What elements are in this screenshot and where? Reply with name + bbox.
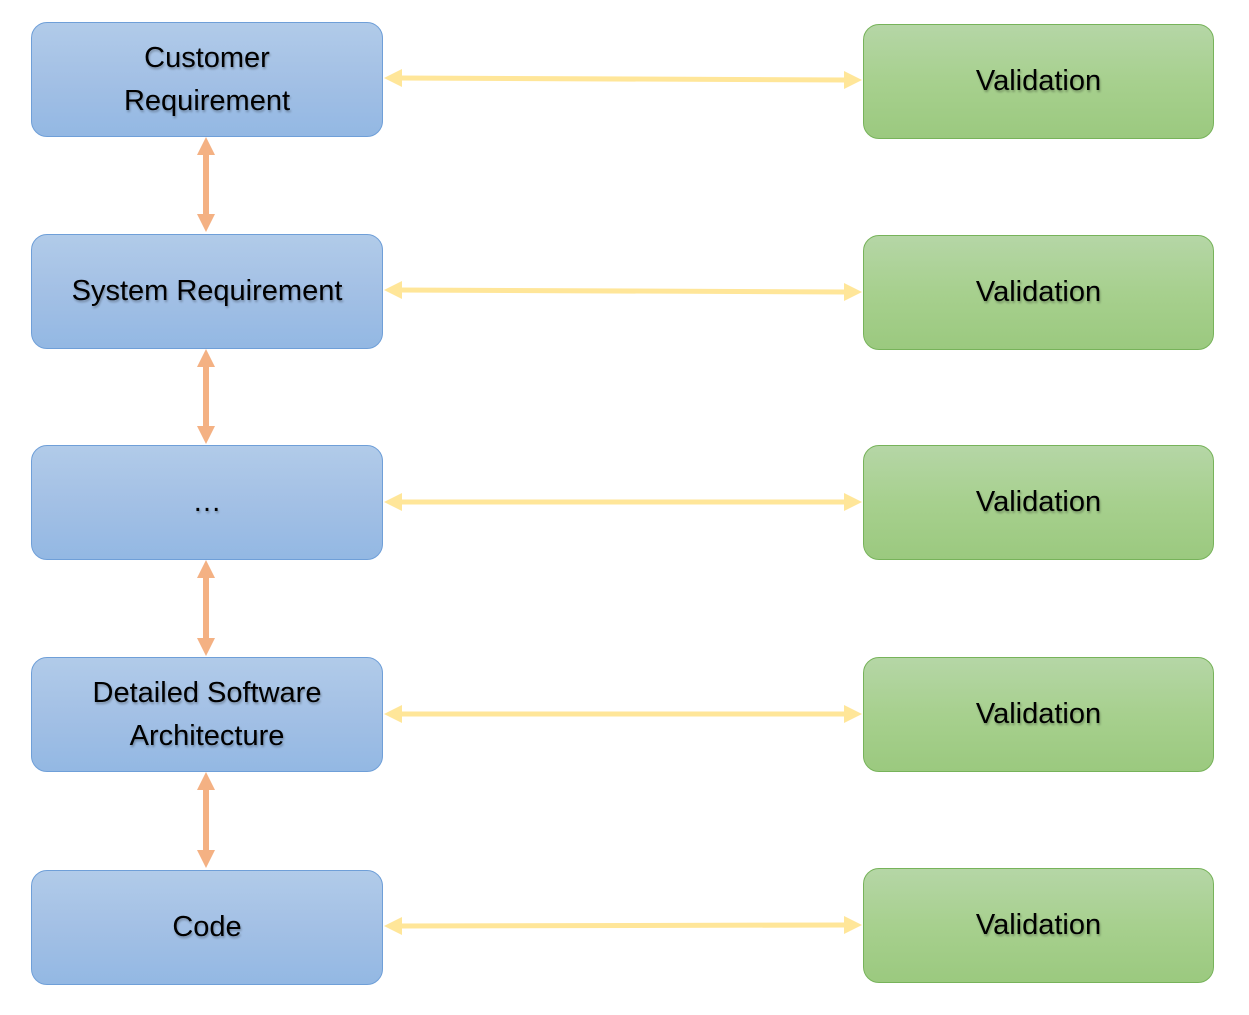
system-requirement-box[interactable]: System Requirement [31, 234, 383, 349]
horizontal-arrow-3 [384, 493, 862, 511]
detailed-software-architecture-box[interactable]: Detailed Software Architecture [31, 657, 383, 772]
vertical-arrow-3 [197, 560, 215, 656]
code-box[interactable]: Code [31, 870, 383, 985]
horizontal-arrow-5 [384, 916, 862, 935]
horizontal-arrow-4 [384, 705, 862, 723]
validation-box-1[interactable]: Validation [863, 24, 1214, 139]
validation-box-2[interactable]: Validation [863, 235, 1214, 350]
horizontal-arrow-1 [384, 69, 862, 89]
validation-box-4[interactable]: Validation [863, 657, 1214, 772]
vertical-arrow-4 [197, 772, 215, 868]
vertical-arrow-1 [197, 137, 215, 232]
ellipsis-box[interactable]: … [31, 445, 383, 560]
validation-box-3[interactable]: Validation [863, 445, 1214, 560]
horizontal-arrow-2 [384, 281, 862, 301]
vertical-arrow-2 [197, 349, 215, 444]
validation-box-5[interactable]: Validation [863, 868, 1214, 983]
customer-requirement-box[interactable]: Customer Requirement [31, 22, 383, 137]
